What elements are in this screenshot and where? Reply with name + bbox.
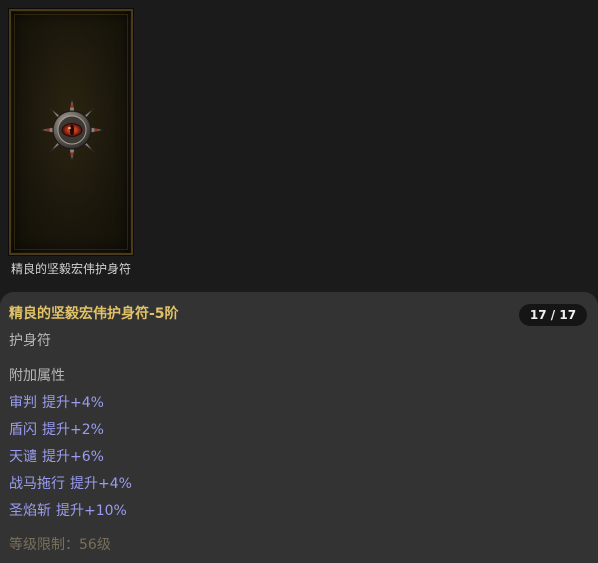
attribute-value: 提升+2% (42, 422, 104, 438)
attribute-row: 圣焰斩 提升+10% (9, 502, 132, 529)
amulet-icon (40, 98, 104, 162)
attribute-name: 战马拖行 (9, 476, 65, 492)
level-requirement: 等级限制：56级 (9, 537, 111, 553)
attribute-name: 盾闪 (9, 422, 37, 438)
attribute-row: 战马拖行 提升+4% (9, 475, 132, 502)
item-card[interactable] (8, 8, 134, 256)
item-caption: 精良的坚毅宏伟护身符 (10, 262, 131, 276)
stack-count-badge: 17 / 17 (519, 304, 587, 326)
item-title: 精良的坚毅宏伟护身符-5阶 (9, 306, 179, 322)
attribute-row: 天谴 提升+6% (9, 448, 132, 475)
item-tooltip: 精良的坚毅宏伟护身符-5阶 17 / 17 护身符 附加属性 审判 提升+4% 盾… (0, 292, 598, 563)
attributes-header: 附加属性 (9, 368, 65, 384)
attribute-value: 提升+4% (42, 395, 104, 411)
item-type: 护身符 (9, 333, 51, 349)
attribute-value: 提升+6% (42, 449, 104, 465)
attribute-name: 天谴 (9, 449, 37, 465)
attribute-name: 圣焰斩 (9, 503, 51, 519)
attribute-row: 审判 提升+4% (9, 394, 132, 421)
attribute-name: 审判 (9, 395, 37, 411)
attribute-row: 盾闪 提升+2% (9, 421, 132, 448)
attribute-value: 提升+10% (56, 503, 127, 519)
attributes-list: 审判 提升+4% 盾闪 提升+2% 天谴 提升+6% 战马拖行 提升+4% 圣焰斩 提升+… (9, 394, 132, 529)
attribute-value: 提升+4% (70, 476, 132, 492)
